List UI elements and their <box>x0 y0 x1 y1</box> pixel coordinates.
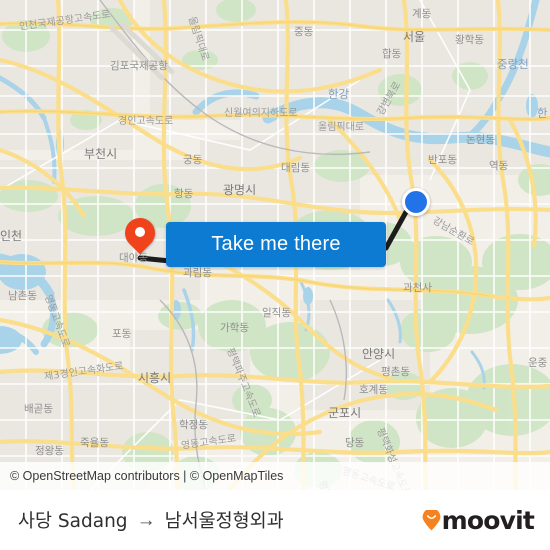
map-attribution-bar: © OpenStreetMap contributors | © OpenMap… <box>0 462 550 490</box>
map-canvas[interactable]: 인천국제공항고속도로 올림픽대로 중동 계동 서울 황학동 김포국제공항 합동 중랑천 한강 신월여… <box>0 0 550 490</box>
moovit-logo[interactable]: moovit <box>422 505 535 535</box>
moovit-route-map-screen: 인천국제공항고속도로 올림픽대로 중동 계동 서울 황학동 김포국제공항 합동 중랑천 한강 신월여… <box>0 0 550 550</box>
map-attribution-text[interactable]: © OpenStreetMap contributors | © OpenMap… <box>10 469 283 483</box>
route-summary: 사당 Sadang → 남서울정형외과 <box>18 507 422 533</box>
destination-circle-marker[interactable] <box>402 188 430 216</box>
moovit-wordmark: moovit <box>441 505 535 535</box>
origin-pin-dot <box>135 227 145 237</box>
route-origin-label: 사당 Sadang <box>18 511 128 532</box>
take-me-there-button[interactable]: Take me there <box>166 222 386 267</box>
route-destination-label: 남서울정형외과 <box>164 511 284 532</box>
moovit-pin-icon <box>422 507 441 531</box>
arrow-right-icon: → <box>136 509 156 531</box>
footer-bar: 사당 Sadang → 남서울정형외과 moovit <box>0 490 550 550</box>
origin-pin-marker[interactable] <box>118 211 162 258</box>
